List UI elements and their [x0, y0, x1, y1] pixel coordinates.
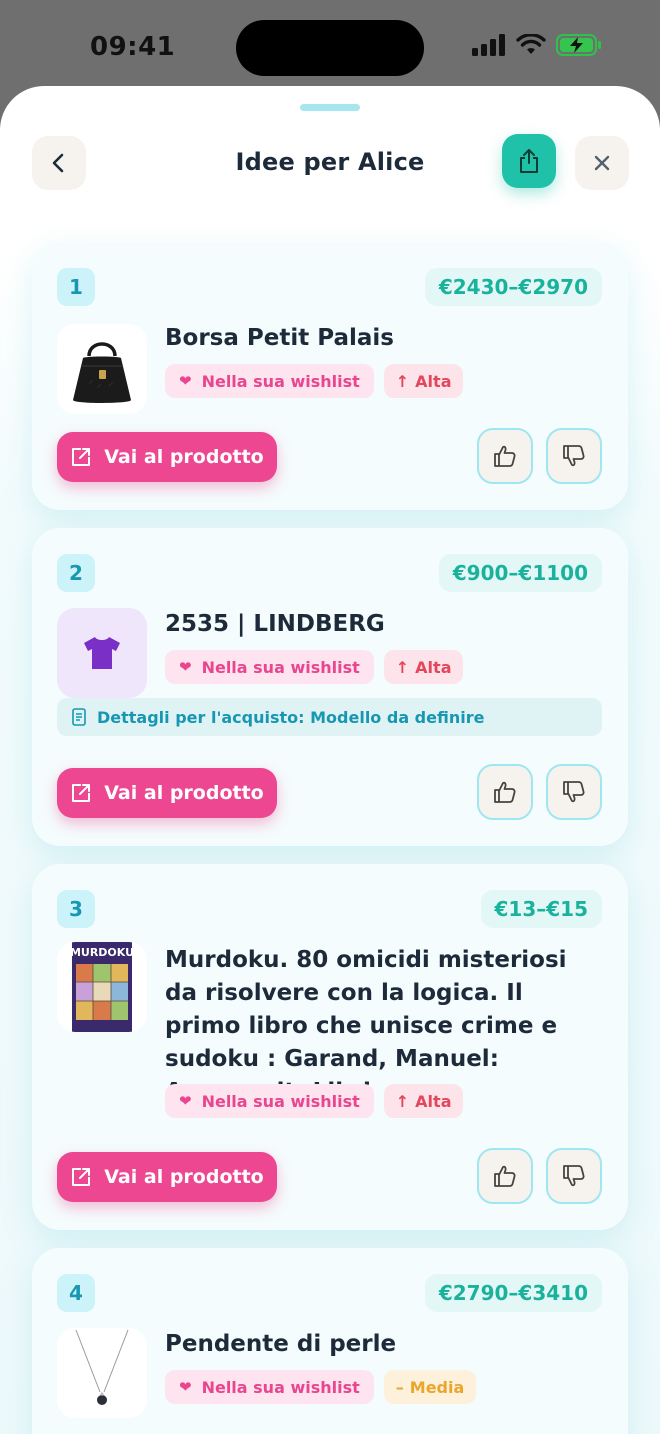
heart-icon: ❤	[179, 1378, 192, 1396]
heart-icon: ❤	[179, 658, 192, 676]
thumbs-up-icon	[494, 445, 516, 467]
priority-chip: ↑ Alta	[383, 364, 464, 398]
rank-badge: 4	[57, 1274, 95, 1312]
arrow-up-icon: ↑	[395, 371, 410, 391]
product-title: Borsa Petit Palais	[165, 325, 394, 351]
wishlist-label: Nella sua wishlist	[201, 371, 360, 391]
thumbs-down-icon	[563, 1165, 585, 1187]
priority-label: Alta	[415, 371, 452, 391]
share-button[interactable]	[502, 134, 556, 188]
heart-icon: ❤	[179, 1092, 192, 1110]
external-link-icon	[72, 784, 91, 802]
product-thumbnail: MURDOKU	[57, 942, 147, 1032]
priority-label: Alta	[415, 657, 452, 677]
thumbs-up-icon	[494, 1165, 516, 1187]
wishlist-chip: ❤ Nella sua wishlist	[165, 364, 374, 398]
priority-chip: – Media	[383, 1370, 477, 1404]
external-link-icon	[72, 1168, 91, 1186]
page-title: Idee per Alice	[235, 148, 425, 176]
book-cover-title: MURDOKU	[70, 946, 134, 959]
purchase-details: Dettagli per l'acquisto: Modello da defi…	[57, 698, 602, 736]
status-bar: 09:41	[0, 0, 660, 96]
rank-badge: 3	[57, 890, 95, 928]
priority-label: Alta	[415, 1091, 452, 1111]
rank-badge: 2	[57, 554, 95, 592]
priority-chip: ↑ Alta	[383, 650, 464, 684]
document-icon	[72, 708, 86, 726]
arrow-up-icon: ↑	[395, 657, 410, 677]
arrow-up-icon: ↑	[395, 1091, 410, 1111]
thumbs-up-button[interactable]	[477, 428, 533, 484]
wishlist-label: Nella sua wishlist	[201, 657, 360, 677]
priority-chip: ↑ Alta	[383, 1084, 464, 1118]
priority-label: Media	[409, 1377, 465, 1397]
thumbs-up-button[interactable]	[477, 764, 533, 820]
thumbs-down-button[interactable]	[546, 428, 602, 484]
purchase-details-text: Dettagli per l'acquisto: Modello da defi…	[97, 708, 484, 727]
dynamic-island	[236, 20, 424, 76]
share-icon	[520, 149, 538, 173]
details-value: Modello da definire	[310, 707, 485, 727]
book-cover-image: MURDOKU	[70, 942, 134, 1032]
close-icon	[594, 155, 610, 171]
wifi-icon	[516, 34, 546, 54]
back-button[interactable]	[32, 136, 86, 190]
product-thumbnail	[57, 324, 147, 414]
gift-card: 4 €2790–€3410 Pendente di perle ❤ Nella …	[32, 1248, 628, 1434]
price-range-badge: €13–€15	[480, 890, 602, 928]
go-to-product-button[interactable]: Vai al prodotto	[57, 768, 277, 818]
external-link-icon	[72, 448, 91, 466]
status-time: 09:41	[90, 32, 176, 62]
battery-charging-icon	[556, 34, 601, 56]
gift-card: 2 €900–€1100 2535 | LINDBERG ❤ Nella sua…	[32, 528, 628, 846]
tshirt-icon	[84, 637, 120, 669]
pendant-necklace-image	[75, 1329, 129, 1405]
dash-icon: –	[395, 1377, 404, 1397]
wishlist-chip: ❤ Nella sua wishlist	[165, 1370, 374, 1404]
wishlist-label: Nella sua wishlist	[201, 1091, 360, 1111]
thumbs-down-button[interactable]	[546, 1148, 602, 1204]
details-prefix: Dettagli per l'acquisto:	[97, 707, 311, 727]
thumbs-up-icon	[494, 781, 516, 803]
thumbs-up-button[interactable]	[477, 1148, 533, 1204]
tag-row: ❤ Nella sua wishlist ↑ Alta	[165, 1084, 464, 1118]
cta-label: Vai al prodotto	[104, 446, 264, 468]
price-range-badge: €2430–€2970	[424, 268, 602, 306]
wishlist-chip: ❤ Nella sua wishlist	[165, 1084, 374, 1118]
wishlist-chip: ❤ Nella sua wishlist	[165, 650, 374, 684]
bottom-sheet: Idee per Alice 1 €2430–€2970 Borsa Petit…	[0, 86, 660, 1434]
signal-icon	[472, 34, 505, 56]
sheet-grabber[interactable]	[300, 104, 360, 111]
close-button[interactable]	[575, 136, 629, 190]
tag-row: ❤ Nella sua wishlist ↑ Alta	[165, 364, 464, 398]
go-to-product-button[interactable]: Vai al prodotto	[57, 432, 277, 482]
price-range-badge: €900–€1100	[438, 554, 602, 592]
tag-row: ❤ Nella sua wishlist ↑ Alta	[165, 650, 464, 684]
product-thumbnail	[57, 608, 147, 698]
gift-card: 1 €2430–€2970 Borsa Petit Palais ❤ Nella…	[32, 242, 628, 510]
chevron-left-icon	[52, 153, 64, 173]
header: Idee per Alice	[0, 134, 660, 194]
wishlist-label: Nella sua wishlist	[201, 1377, 360, 1397]
gift-card: 3 €13–€15 MURDOKU Murdoku. 80 omicidi mi…	[32, 864, 628, 1230]
thumbs-down-icon	[563, 445, 585, 467]
cta-label: Vai al prodotto	[104, 1166, 264, 1188]
heart-icon: ❤	[179, 372, 192, 390]
cta-label: Vai al prodotto	[104, 782, 264, 804]
price-range-badge: €2790–€3410	[424, 1274, 602, 1312]
rank-badge: 1	[57, 268, 95, 306]
handbag-image	[73, 342, 131, 403]
product-title: 2535 | LINDBERG	[165, 611, 385, 637]
product-title: Pendente di perle	[165, 1331, 397, 1357]
thumbs-down-icon	[563, 781, 585, 803]
product-thumbnail	[57, 1328, 147, 1418]
thumbs-down-button[interactable]	[546, 764, 602, 820]
go-to-product-button[interactable]: Vai al prodotto	[57, 1152, 277, 1202]
status-icons	[472, 34, 602, 56]
tag-row: ❤ Nella sua wishlist – Media	[165, 1370, 477, 1404]
